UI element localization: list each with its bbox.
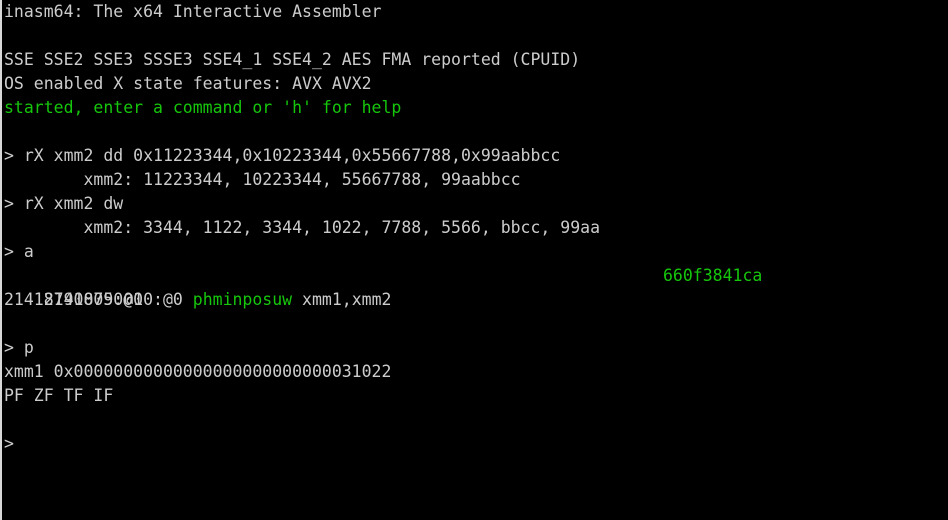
assembly-next-address: 21418790005:@1 <box>4 290 144 309</box>
assembly-bytes: 660f3841ca <box>663 266 763 285</box>
assembly-mnemonic: phminposuw <box>192 290 293 309</box>
output-line-2: xmm2: 3344, 1122, 3344, 1022, 7788, 5566… <box>4 218 601 237</box>
title-line: inasm64: The x64 Interactive Assembler <box>4 2 382 21</box>
command-line-3: > a <box>4 242 34 261</box>
command-line-4: > p <box>4 338 34 357</box>
flags-line: PF ZF TF IF <box>4 386 114 405</box>
output-line-1: xmm2: 11223344, 10223344, 55667788, 99aa… <box>4 170 521 189</box>
command-line-2: > rX xmm2 dw <box>4 194 124 213</box>
console-window[interactable]: inasm64: The x64 Interactive Assembler S… <box>0 0 948 520</box>
register-xmm1-line: xmm1 0x00000000000000000000000000031022 <box>4 362 392 381</box>
started-line: started, enter a command or 'h' for help <box>4 98 402 117</box>
assembly-operands: xmm1,xmm2 <box>292 290 392 309</box>
command-line-1: > rX xmm2 dd 0x11223344,0x10223344,0x556… <box>4 146 561 165</box>
input-prompt[interactable]: > <box>4 432 14 456</box>
os-features-line: OS enabled X state features: AVX AVX2 <box>4 74 372 93</box>
window-left-border <box>0 0 2 520</box>
cpuid-line: SSE SSE2 SSE3 SSSE3 SSE4_1 SSE4_2 AES FM… <box>4 50 581 69</box>
assembly-line: 21418790000:@0 phminposuw xmm1,xmm2 660f… <box>4 264 944 309</box>
